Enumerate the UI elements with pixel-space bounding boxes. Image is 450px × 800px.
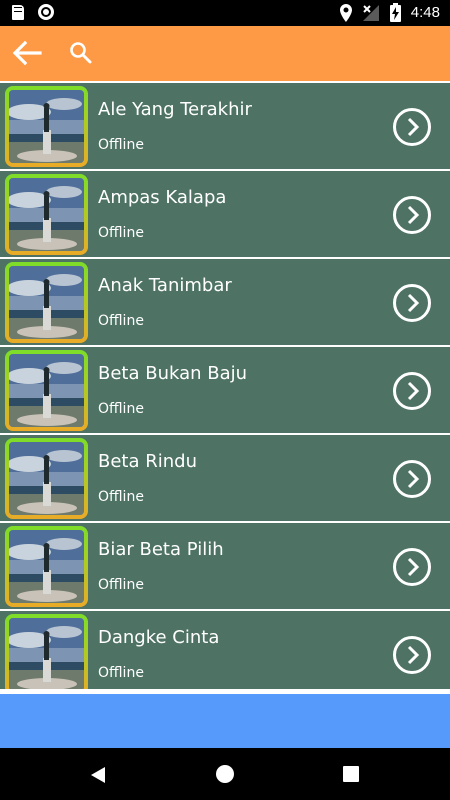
list-item[interactable]: Ampas Kalapa Offline [0, 171, 450, 257]
song-status: Offline [98, 665, 144, 681]
song-title: Beta Rindu [98, 451, 197, 472]
list-item[interactable]: Ale Yang Terakhir Offline [0, 83, 450, 169]
song-title: Biar Beta Pilih [98, 539, 224, 560]
song-status: Offline [98, 577, 144, 593]
search-icon [70, 42, 92, 64]
status-time: 4:48 [410, 4, 440, 21]
nav-back-icon[interactable] [90, 766, 106, 784]
chevron-right-circle-icon[interactable] [392, 107, 432, 147]
list-item[interactable]: Dangke Cinta Offline [0, 611, 450, 689]
list-item[interactable]: Biar Beta Pilih Offline [0, 523, 450, 609]
ad-banner[interactable] [0, 694, 450, 748]
song-status: Offline [98, 313, 144, 329]
song-thumbnail [5, 350, 88, 431]
toolbar [0, 26, 450, 81]
navigation-bar [0, 748, 450, 800]
list-item[interactable]: Anak Tanimbar Offline [0, 259, 450, 345]
song-title: Ampas Kalapa [98, 187, 227, 208]
chevron-right-circle-icon[interactable] [392, 635, 432, 675]
song-thumbnail [5, 262, 88, 343]
arrow-left-icon [12, 40, 42, 66]
sd-card-icon [12, 4, 24, 20]
list-item[interactable]: Beta Bukan Baju Offline [0, 347, 450, 433]
song-status: Offline [98, 401, 144, 417]
search-button[interactable] [68, 40, 94, 66]
nav-home-icon[interactable] [216, 765, 234, 783]
nav-recents-icon[interactable] [343, 766, 359, 782]
song-thumbnail [5, 438, 88, 519]
circle-icon [38, 4, 54, 20]
song-title: Beta Bukan Baju [98, 363, 248, 384]
song-status: Offline [98, 489, 144, 505]
battery-charging-icon [389, 3, 401, 22]
status-bar: 4:48 [0, 0, 450, 26]
song-title: Dangke Cinta [98, 627, 220, 648]
song-list[interactable]: Ale Yang Terakhir Offline Ampas Kalapa O… [0, 81, 450, 689]
chevron-right-circle-icon[interactable] [392, 547, 432, 587]
location-icon [339, 3, 352, 22]
song-thumbnail [5, 174, 88, 255]
song-status: Offline [98, 137, 144, 153]
song-thumbnail [5, 614, 88, 689]
song-thumbnail [5, 86, 88, 167]
list-item[interactable]: Beta Rindu Offline [0, 435, 450, 521]
chevron-right-circle-icon[interactable] [392, 283, 432, 323]
song-status: Offline [98, 225, 144, 241]
chevron-right-circle-icon[interactable] [392, 371, 432, 411]
chevron-right-circle-icon[interactable] [392, 195, 432, 235]
song-thumbnail [5, 526, 88, 607]
song-title: Ale Yang Terakhir [98, 99, 252, 120]
chevron-right-circle-icon[interactable] [392, 459, 432, 499]
back-button[interactable] [10, 38, 44, 68]
song-title: Anak Tanimbar [98, 275, 232, 296]
no-signal-icon [362, 4, 379, 21]
